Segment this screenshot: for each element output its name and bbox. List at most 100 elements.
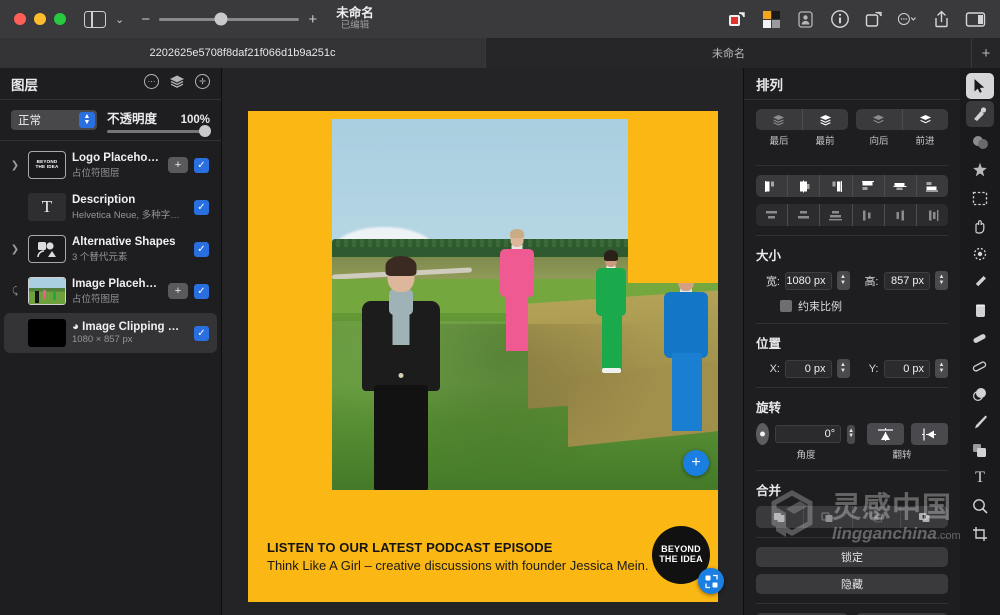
move-tool[interactable] — [966, 73, 994, 99]
zoom-tool[interactable] — [966, 493, 994, 519]
width-stepper[interactable]: ▲ ▼ — [836, 271, 850, 290]
lock-button[interactable]: 锁定 — [756, 547, 948, 567]
disclosure-triangle-icon[interactable]: ❯ — [8, 160, 22, 171]
align-middle-button[interactable] — [885, 175, 917, 197]
healing-brush-tool[interactable] — [966, 353, 994, 379]
artboard-caption[interactable]: LISTEN TO OUR LATEST PODCAST EPISODE Thi… — [267, 540, 704, 574]
crop-tool[interactable] — [966, 521, 994, 547]
sidebar-toggle-icon[interactable] — [84, 10, 106, 28]
height-stepper[interactable]: ▲ ▼ — [935, 271, 948, 290]
selection-brush-tool[interactable] — [966, 241, 994, 267]
flip-vertical-button[interactable] — [867, 423, 904, 445]
new-tab-button[interactable]: + — [972, 38, 1000, 68]
maximize-button[interactable] — [54, 13, 66, 25]
align-center-h-button[interactable] — [788, 175, 821, 197]
layer-row-image-clipping-mask[interactable]: ◕ Image Clipping Mask 1080 × 857 px ✓ — [4, 313, 217, 353]
minimize-button[interactable] — [34, 13, 46, 25]
send-to-back-button[interactable] — [756, 109, 803, 130]
shape-tool[interactable] — [966, 437, 994, 463]
layer-visibility-checkbox[interactable]: ✓ — [194, 241, 209, 257]
node-tool[interactable] — [966, 101, 994, 127]
align-bottom-button[interactable] — [917, 175, 948, 197]
disclosure-triangle-icon[interactable]: ❯ — [8, 244, 22, 255]
color-picker-tool[interactable] — [966, 129, 994, 155]
distribute-right-button[interactable] — [917, 204, 948, 226]
zoom-in-button[interactable]: + — [307, 12, 318, 27]
tab-document-1[interactable]: 2202625e5708f8daf21f066d1b9a251c — [0, 38, 486, 68]
layer-visibility-checkbox[interactable]: ✓ — [194, 157, 209, 173]
layer-add-icon[interactable]: + — [168, 283, 188, 299]
magic-wand-tool[interactable] — [966, 157, 994, 183]
zoom-slider-knob[interactable] — [214, 12, 228, 26]
constrain-checkbox[interactable] — [780, 300, 792, 312]
angle-input[interactable]: 0° — [775, 425, 842, 443]
y-stepper[interactable]: ▲ ▼ — [935, 359, 948, 378]
brand-badge[interactable]: BEYOND THE IDEA — [652, 526, 724, 594]
align-top-button[interactable] — [853, 175, 885, 197]
rotation-dial[interactable] — [756, 423, 770, 445]
x-input[interactable]: 0 px — [785, 359, 832, 378]
add-circle-icon[interactable]: ✛ — [195, 73, 210, 89]
bring-forward-button[interactable] — [903, 109, 949, 130]
xor-button[interactable] — [901, 506, 948, 528]
panel-right-icon[interactable] — [965, 9, 986, 30]
subtract-button[interactable] — [804, 506, 853, 528]
more-icon[interactable] — [897, 9, 918, 30]
send-backward-button[interactable] — [856, 109, 903, 130]
paint-bucket-tool[interactable] — [966, 297, 994, 323]
layer-row-alternative-shapes[interactable]: ❯ Alternative Shapes 3 个替代元素 ✓ — [4, 229, 217, 269]
align-left-button[interactable] — [756, 175, 789, 197]
angle-stepper[interactable]: ▲ ▼ — [847, 424, 855, 444]
flip-horizontal-button[interactable] — [911, 423, 948, 445]
info-icon[interactable] — [829, 9, 850, 30]
placeholder-replace-button[interactable] — [698, 568, 724, 594]
layer-row-description[interactable]: T Description Helvetica Neue, 多种字样, 35… … — [4, 187, 217, 227]
zoom-slider-group[interactable]: − + — [140, 12, 318, 27]
chevron-updown-icon[interactable]: ▲ ▼ — [79, 112, 95, 128]
chevron-down-icon[interactable]: ⌄ — [115, 13, 124, 26]
distribute-top-button[interactable] — [756, 204, 789, 226]
layer-visibility-checkbox[interactable]: ✓ — [194, 199, 209, 215]
eraser-tool[interactable] — [966, 325, 994, 351]
zoom-slider[interactable] — [159, 12, 300, 26]
distribute-center-button[interactable] — [885, 204, 917, 226]
opacity-slider[interactable] — [107, 125, 211, 137]
paint-brush-tool[interactable] — [966, 269, 994, 295]
layers-stack-icon[interactable] — [169, 74, 185, 94]
blend-mode-select[interactable]: 正常 ▲ ▼ — [11, 110, 97, 130]
transform-icon[interactable] — [863, 9, 884, 30]
layer-row-image-placeholder[interactable]: ⤹ Image Placehold... 占位符图层 + ✓ — [4, 271, 217, 311]
distribute-bottom-button[interactable] — [820, 204, 853, 226]
marquee-select-tool[interactable] — [966, 185, 994, 211]
opacity-slider-knob[interactable] — [199, 125, 211, 137]
share-icon[interactable] — [931, 9, 952, 30]
close-button[interactable] — [14, 13, 26, 25]
add-image-button[interactable]: + — [683, 450, 709, 476]
intersect-button[interactable] — [853, 506, 901, 528]
freehand-select-tool[interactable] — [966, 213, 994, 239]
width-input[interactable]: 1080 px — [785, 271, 832, 290]
artboard[interactable]: LISTEN TO OUR LATEST PODCAST EPISODE Thi… — [248, 111, 724, 602]
align-right-button[interactable] — [820, 175, 853, 197]
zoom-out-button[interactable]: − — [140, 12, 151, 27]
pen-tool[interactable] — [966, 409, 994, 435]
bring-to-front-button[interactable] — [803, 109, 849, 130]
dodge-burn-tool[interactable] — [966, 381, 994, 407]
more-circle-icon[interactable]: ⋯ — [144, 73, 159, 89]
y-input[interactable]: 0 px — [883, 359, 930, 378]
text-tool[interactable]: T — [966, 465, 994, 491]
color-swatch-icon[interactable] — [727, 9, 748, 30]
layer-row-logo-placeholder[interactable]: ❯ BEYOND THE IDEA Logo Placeholder:... 占… — [4, 145, 217, 185]
layer-visibility-checkbox[interactable]: ✓ — [194, 325, 209, 341]
canvas-area[interactable]: LISTEN TO OUR LATEST PODCAST EPISODE Thi… — [222, 68, 743, 615]
persona-icon[interactable] — [795, 9, 816, 30]
hide-button[interactable]: 隐藏 — [756, 574, 948, 594]
constrain-row[interactable]: 约束比例 — [756, 298, 948, 314]
union-button[interactable] — [756, 506, 805, 528]
tab-document-2[interactable]: 未命名 — [486, 38, 972, 68]
palette-icon[interactable] — [761, 9, 782, 30]
distribute-left-button[interactable] — [853, 204, 885, 226]
layer-add-icon[interactable]: + — [168, 157, 188, 173]
height-input[interactable]: 857 px — [883, 271, 930, 290]
x-stepper[interactable]: ▲ ▼ — [836, 359, 850, 378]
